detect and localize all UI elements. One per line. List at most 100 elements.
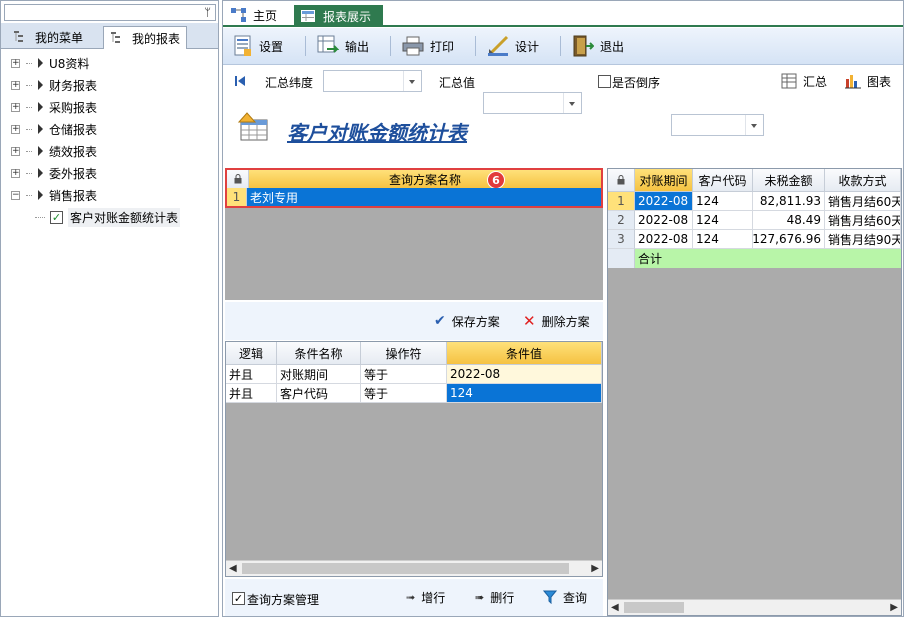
reverse-select[interactable]: [671, 114, 764, 136]
exit-button[interactable]: 退出: [572, 34, 624, 58]
payment-method-cell[interactable]: 销售月结60天: [825, 211, 901, 230]
expand-icon[interactable]: −: [11, 190, 20, 200]
tree-node[interactable]: + U8资料: [11, 52, 211, 74]
period-cell[interactable]: 2022-08: [635, 211, 693, 230]
tree-node[interactable]: + 委外报表: [11, 162, 211, 184]
first-page-icon[interactable]: [235, 75, 247, 87]
dimension-select[interactable]: [323, 70, 422, 92]
col-payment-method[interactable]: 收款方式: [825, 169, 901, 192]
expand-icon[interactable]: +: [11, 58, 20, 68]
scroll-thumb[interactable]: [242, 563, 569, 574]
payment-method-cell[interactable]: 销售月结60天: [825, 192, 901, 211]
exit-label: 退出: [600, 39, 625, 54]
col-customer-code[interactable]: 客户代码: [693, 169, 753, 192]
scheme-name-header[interactable]: 查询方案名称: [249, 170, 601, 188]
logic-cell[interactable]: 并且: [226, 384, 277, 403]
tree-node[interactable]: + 绩效报表: [11, 140, 211, 162]
customer-code-cell[interactable]: 124: [693, 192, 753, 211]
scroll-right-icon[interactable]: ▶: [890, 600, 898, 615]
untaxed-amount-cell[interactable]: 48.49: [753, 211, 825, 230]
tree-node[interactable]: + 仓储报表: [11, 118, 211, 140]
value-select[interactable]: [483, 92, 582, 114]
tab-home[interactable]: 主页: [231, 5, 277, 25]
folder-arrow-icon: [38, 80, 43, 90]
scheme-grid-header: 查询方案名称 6: [225, 168, 603, 189]
grid-corner[interactable]: [227, 170, 249, 188]
summary-button[interactable]: 汇总: [781, 69, 827, 93]
grid-corner[interactable]: [608, 169, 635, 192]
table-row[interactable]: 并且 对账期间 等于 2022-08: [226, 365, 602, 384]
add-row-button[interactable]: ➟ 增行: [406, 585, 445, 609]
untaxed-amount-cell[interactable]: 82,811.93: [753, 192, 825, 211]
bar-chart-icon: [845, 75, 861, 89]
checkbox-icon[interactable]: ✓: [50, 210, 63, 224]
scroll-left-icon[interactable]: ◀: [611, 600, 619, 615]
scroll-right-icon[interactable]: ▶: [591, 561, 599, 576]
period-cell[interactable]: 2022-08: [635, 192, 693, 211]
logic-cell[interactable]: 并且: [226, 365, 277, 384]
tree-node-selected[interactable]: ✓ 客户对账金额统计表: [11, 206, 211, 228]
scroll-left-icon[interactable]: ◀: [229, 561, 237, 576]
design-icon: [487, 35, 509, 57]
operator-cell[interactable]: 等于: [361, 384, 447, 403]
tree-node-label: U8资料: [49, 56, 90, 71]
table-row[interactable]: 1 2022-08 124 82,811.93 销售月结60天: [608, 192, 901, 211]
tab-my-menu[interactable]: 我的菜单: [7, 26, 99, 48]
expand-icon[interactable]: +: [11, 168, 20, 178]
tab-report[interactable]: 报表展示: [294, 5, 383, 27]
pin-icon[interactable]: ᛘ: [204, 5, 211, 20]
chart-button[interactable]: 图表: [845, 69, 891, 93]
expand-icon[interactable]: +: [11, 124, 20, 134]
table-row[interactable]: 3 2022-08 124 127,676.96 销售月结90天: [608, 230, 901, 249]
condition-name-cell[interactable]: 客户代码: [277, 384, 361, 403]
table-row[interactable]: 2 2022-08 124 48.49 销售月结60天: [608, 211, 901, 230]
col-untaxed-amount[interactable]: 未税金额: [753, 169, 825, 192]
scheme-name-cell[interactable]: 老刘专用: [247, 188, 601, 206]
scroll-thumb[interactable]: [624, 602, 684, 613]
delete-x-icon: ✕: [523, 312, 536, 330]
col-period[interactable]: 对账期间: [635, 169, 693, 192]
delete-scheme-button[interactable]: ✕ 删除方案: [523, 309, 590, 333]
table-row[interactable]: 1 老刘专用: [225, 188, 603, 208]
reverse-checkbox[interactable]: [598, 75, 611, 88]
settings-button[interactable]: 设置: [233, 34, 283, 58]
tab-my-report[interactable]: 我的报表: [103, 26, 187, 49]
col-logic[interactable]: 逻辑: [226, 342, 277, 365]
print-button[interactable]: 打印: [402, 34, 454, 58]
export-button[interactable]: 输出: [317, 34, 369, 58]
expand-icon[interactable]: +: [11, 146, 20, 156]
table-row[interactable]: 并且 客户代码 等于 124: [226, 384, 602, 403]
result-hscrollbar[interactable]: ◀ ▶: [608, 599, 901, 615]
query-label: 查询: [563, 590, 588, 605]
condition-value-cell[interactable]: 2022-08: [447, 365, 602, 384]
total-label: 合计: [638, 252, 663, 266]
col-condition-value[interactable]: 条件值: [447, 342, 602, 365]
design-button[interactable]: 设计: [487, 34, 539, 58]
customer-code-cell[interactable]: 124: [693, 211, 753, 230]
delete-row-button[interactable]: ➠ 删行: [475, 585, 514, 609]
expand-icon[interactable]: +: [11, 102, 20, 112]
untaxed-amount-cell[interactable]: 127,676.96: [753, 230, 825, 249]
summary-label: 汇总: [803, 74, 828, 89]
add-row-label: 增行: [421, 590, 446, 605]
operator-cell[interactable]: 等于: [361, 365, 447, 384]
period-cell[interactable]: 2022-08: [635, 230, 693, 249]
save-scheme-button[interactable]: ✔ 保存方案: [434, 309, 500, 333]
tree-node[interactable]: − 销售报表: [11, 184, 211, 206]
condition-value-cell[interactable]: 124: [447, 384, 602, 403]
payment-method-cell[interactable]: 销售月结90天: [825, 230, 901, 249]
export-icon: [317, 35, 339, 53]
manage-checkbox[interactable]: ✓: [232, 592, 245, 605]
col-operator[interactable]: 操作符: [361, 342, 447, 365]
condition-hscrollbar[interactable]: ◀ ▶: [226, 560, 602, 576]
tree-node[interactable]: + 财务报表: [11, 74, 211, 96]
col-condition-name[interactable]: 条件名称: [277, 342, 361, 365]
col-operator-text: 操作符: [385, 346, 422, 361]
panel-title-bar: ᛘ: [4, 4, 216, 21]
query-button[interactable]: 查询: [543, 585, 587, 609]
condition-name-cell[interactable]: 对账期间: [277, 365, 361, 384]
customer-code-cell[interactable]: 124: [693, 230, 753, 249]
tab-report-label: 报表展示: [323, 9, 372, 24]
tree-node[interactable]: + 采购报表: [11, 96, 211, 118]
expand-icon[interactable]: +: [11, 80, 20, 90]
